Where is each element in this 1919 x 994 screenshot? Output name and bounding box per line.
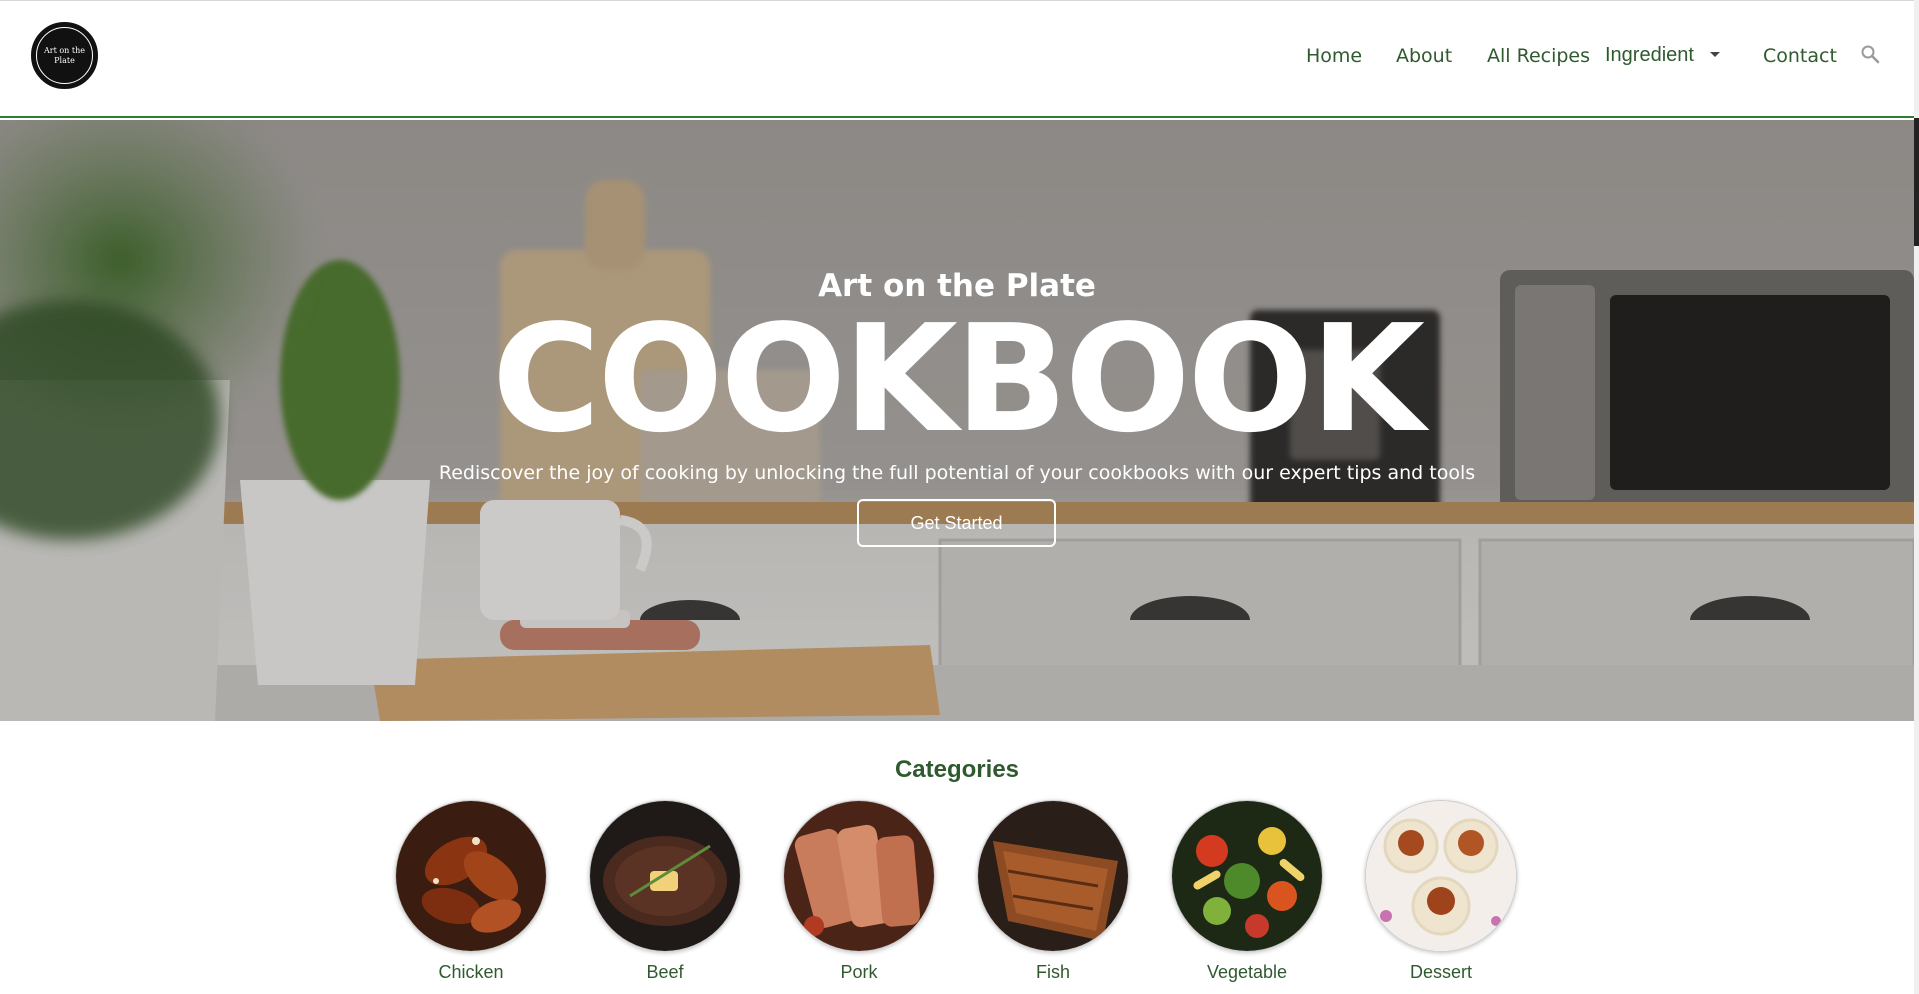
category-label: Vegetable bbox=[1206, 962, 1288, 982]
hero-tagline: Rediscover the joy of cooking by unlocki… bbox=[438, 462, 1476, 484]
scrollbar-thumb[interactable] bbox=[1914, 118, 1919, 246]
hero-title: COOKBOOK bbox=[491, 293, 1425, 465]
nav-about[interactable]: About bbox=[1396, 45, 1452, 67]
nav-all-recipes[interactable]: All Recipes bbox=[1487, 45, 1590, 67]
page-scrollbar[interactable] bbox=[1914, 0, 1919, 994]
category-label: Pork bbox=[840, 962, 878, 982]
category-pork[interactable]: Pork bbox=[783, 800, 935, 983]
hero-section: Art on the Plate COOKBOOK Rediscover the… bbox=[0, 120, 1914, 721]
category-label: Chicken bbox=[438, 962, 504, 982]
category-vegetable[interactable]: Vegetable bbox=[1171, 800, 1323, 983]
pork-image bbox=[783, 800, 935, 952]
category-dessert[interactable]: Dessert bbox=[1365, 800, 1517, 983]
beef-image bbox=[589, 800, 741, 952]
chicken-image bbox=[395, 800, 547, 952]
nav-home[interactable]: Home bbox=[1306, 45, 1362, 67]
vegetable-image bbox=[1171, 800, 1323, 952]
get-started-button[interactable]: Get Started bbox=[857, 499, 1056, 547]
categories-title: Categories bbox=[894, 756, 1020, 783]
category-chicken[interactable]: Chicken bbox=[395, 800, 547, 983]
category-label: Fish bbox=[1035, 962, 1070, 982]
chevron-down-icon bbox=[1710, 52, 1720, 57]
category-label: Dessert bbox=[1409, 962, 1472, 982]
category-fish[interactable]: Fish bbox=[977, 800, 1129, 983]
search-icon[interactable] bbox=[1860, 44, 1880, 64]
nav-ingredient-dropdown[interactable]: Ingredient bbox=[1605, 44, 1694, 67]
nav-contact[interactable]: Contact bbox=[1763, 45, 1837, 67]
fish-image bbox=[977, 800, 1129, 952]
site-header: Art on the Plate Home About All Recipes … bbox=[0, 0, 1914, 118]
category-label: Beef bbox=[646, 962, 684, 982]
dessert-image bbox=[1365, 800, 1517, 952]
main-nav: Home About All Recipes Ingredient Contac… bbox=[0, 41, 1914, 71]
category-beef[interactable]: Beef bbox=[589, 800, 741, 983]
